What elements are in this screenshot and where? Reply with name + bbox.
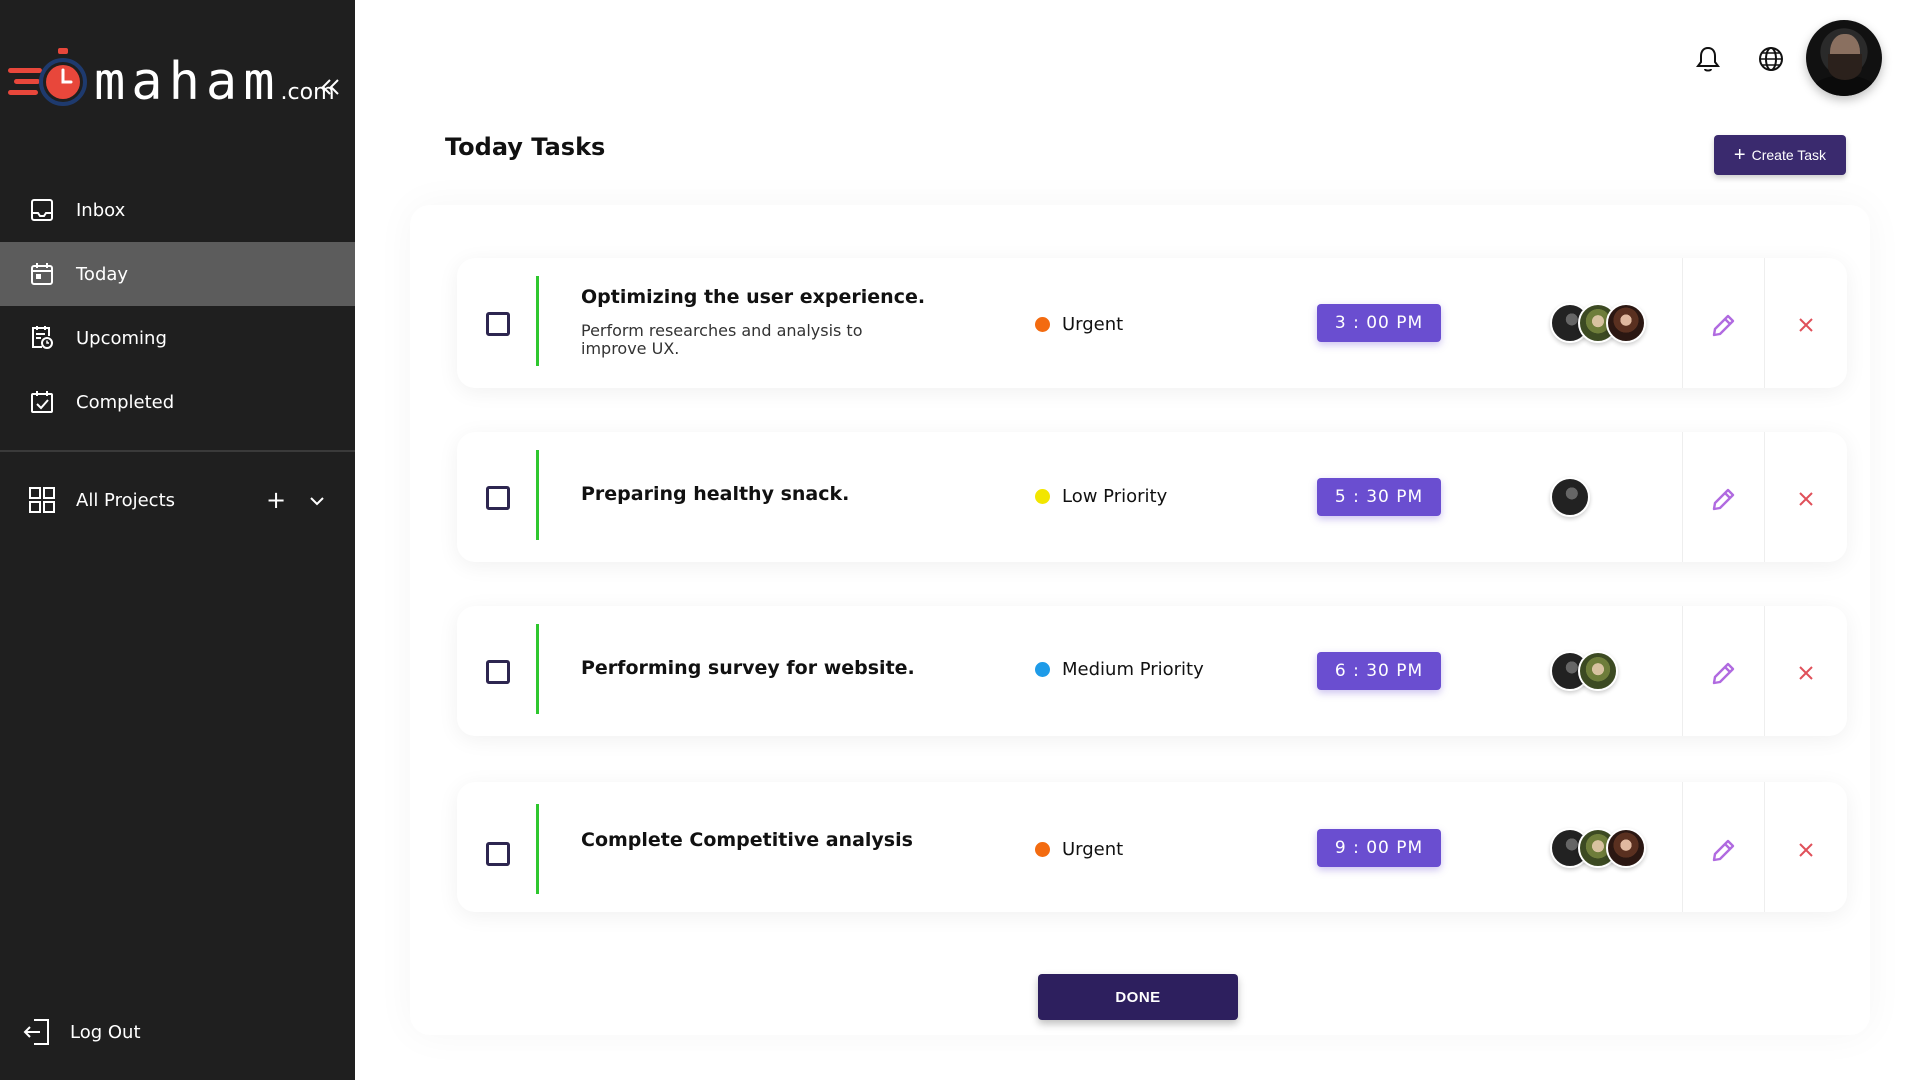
priority-label: Medium Priority: [1062, 659, 1204, 680]
task-status-bar: [536, 804, 539, 894]
task-checkbox[interactable]: [486, 312, 510, 336]
task-priority: Medium Priority: [1035, 659, 1204, 680]
task-description: Perform researches and analysis to impro…: [581, 321, 863, 358]
all-projects-section[interactable]: All Projects +: [0, 470, 355, 530]
assignee-avatars: [1550, 303, 1646, 343]
plus-icon: +: [1733, 144, 1746, 166]
sidebar: maham.com Inbox Today Upcoming Completed…: [0, 0, 355, 1080]
divider: [1764, 782, 1765, 912]
priority-label: Low Priority: [1062, 486, 1168, 507]
edit-pencil-icon[interactable]: [1709, 312, 1737, 340]
task-time-badge: 3 : 00 PM: [1317, 304, 1441, 342]
brand-wordmark: maham.com: [94, 52, 335, 112]
assignee-avatars: [1550, 477, 1590, 517]
user-avatar[interactable]: [1806, 20, 1882, 96]
priority-dot-icon: [1035, 662, 1050, 677]
add-project-icon[interactable]: +: [266, 486, 286, 514]
edit-pencil-icon[interactable]: [1709, 837, 1737, 865]
divider: [1764, 258, 1765, 388]
task-time-badge: 9 : 00 PM: [1317, 829, 1441, 867]
collapse-sidebar-button[interactable]: [318, 72, 344, 102]
sidebar-item-completed[interactable]: Completed: [0, 370, 355, 434]
divider: [1764, 432, 1765, 562]
delete-x-icon[interactable]: [1796, 840, 1816, 860]
create-task-button[interactable]: + Create Task: [1714, 135, 1846, 175]
task-title: Complete Competitive analysis: [581, 829, 913, 851]
calendar-check-icon: [28, 388, 56, 416]
logout-label: Log Out: [70, 1021, 141, 1043]
task-checkbox[interactable]: [486, 660, 510, 684]
task-card[interactable]: Preparing healthy snack. Low Priority 5 …: [457, 432, 1847, 562]
divider: [1682, 782, 1683, 912]
task-card[interactable]: Complete Competitive analysis Urgent 9 :…: [457, 782, 1847, 912]
priority-dot-icon: [1035, 842, 1050, 857]
speed-lines-icon: [8, 68, 42, 101]
edit-pencil-icon[interactable]: [1709, 486, 1737, 514]
create-task-label: Create Task: [1751, 147, 1827, 163]
task-status-bar: [536, 624, 539, 714]
task-title: Optimizing the user experience.: [581, 286, 926, 308]
sidebar-item-label: Inbox: [76, 199, 126, 221]
sidebar-item-label: Upcoming: [76, 327, 167, 349]
done-button[interactable]: DONE: [1038, 974, 1238, 1020]
task-status-bar: [536, 450, 539, 540]
globe-icon[interactable]: [1758, 46, 1784, 72]
task-time-badge: 5 : 30 PM: [1317, 478, 1441, 516]
priority-dot-icon: [1035, 317, 1050, 332]
delete-x-icon[interactable]: [1796, 663, 1816, 683]
double-chevron-left-icon: [321, 79, 339, 95]
divider: [1682, 258, 1683, 388]
sidebar-nav: Inbox Today Upcoming Completed: [0, 178, 355, 434]
chevron-down-icon[interactable]: [310, 490, 324, 511]
divider: [1682, 606, 1683, 736]
avatar[interactable]: [1578, 651, 1618, 691]
task-checkbox[interactable]: [486, 486, 510, 510]
calendar-today-icon: [28, 260, 56, 288]
task-checkbox[interactable]: [486, 842, 510, 866]
sidebar-item-label: Completed: [76, 391, 175, 413]
assignee-avatars: [1550, 651, 1618, 691]
priority-label: Urgent: [1062, 314, 1124, 335]
sidebar-item-today[interactable]: Today: [0, 242, 355, 306]
logout-button[interactable]: Log Out: [22, 1014, 141, 1050]
assignee-avatars: [1550, 828, 1646, 868]
grid-icon: [28, 486, 56, 514]
task-priority: Urgent: [1035, 314, 1123, 335]
task-time-badge: 6 : 30 PM: [1317, 652, 1441, 690]
avatar[interactable]: [1550, 477, 1590, 517]
edit-pencil-icon[interactable]: [1709, 660, 1737, 688]
task-title: Preparing healthy snack.: [581, 483, 850, 505]
priority-dot-icon: [1035, 489, 1050, 504]
delete-x-icon[interactable]: [1796, 315, 1816, 335]
stopwatch-logo-icon: [39, 48, 87, 106]
avatar[interactable]: [1606, 828, 1646, 868]
task-priority: Low Priority: [1035, 486, 1167, 507]
divider: [1682, 432, 1683, 562]
priority-label: Urgent: [1062, 839, 1124, 860]
bell-icon[interactable]: [1695, 45, 1721, 73]
divider: [1764, 606, 1765, 736]
inbox-icon: [28, 196, 56, 224]
task-card[interactable]: Performing survey for website. Medium Pr…: [457, 606, 1847, 736]
sidebar-item-label: Today: [76, 263, 129, 285]
task-title: Performing survey for website.: [581, 657, 915, 679]
task-priority: Urgent: [1035, 839, 1123, 860]
page-title: Today Tasks: [445, 133, 606, 161]
sidebar-item-upcoming[interactable]: Upcoming: [0, 306, 355, 370]
task-status-bar: [536, 276, 539, 366]
calendar-clock-icon: [28, 324, 56, 352]
sidebar-item-inbox[interactable]: Inbox: [0, 178, 355, 242]
all-projects-label: All Projects: [76, 489, 175, 511]
avatar[interactable]: [1606, 303, 1646, 343]
brand-logo[interactable]: maham.com: [8, 38, 348, 118]
sidebar-divider: [0, 450, 355, 452]
delete-x-icon[interactable]: [1796, 489, 1816, 509]
task-card[interactable]: Optimizing the user experience. Perform …: [457, 258, 1847, 388]
logout-icon: [23, 1019, 49, 1045]
